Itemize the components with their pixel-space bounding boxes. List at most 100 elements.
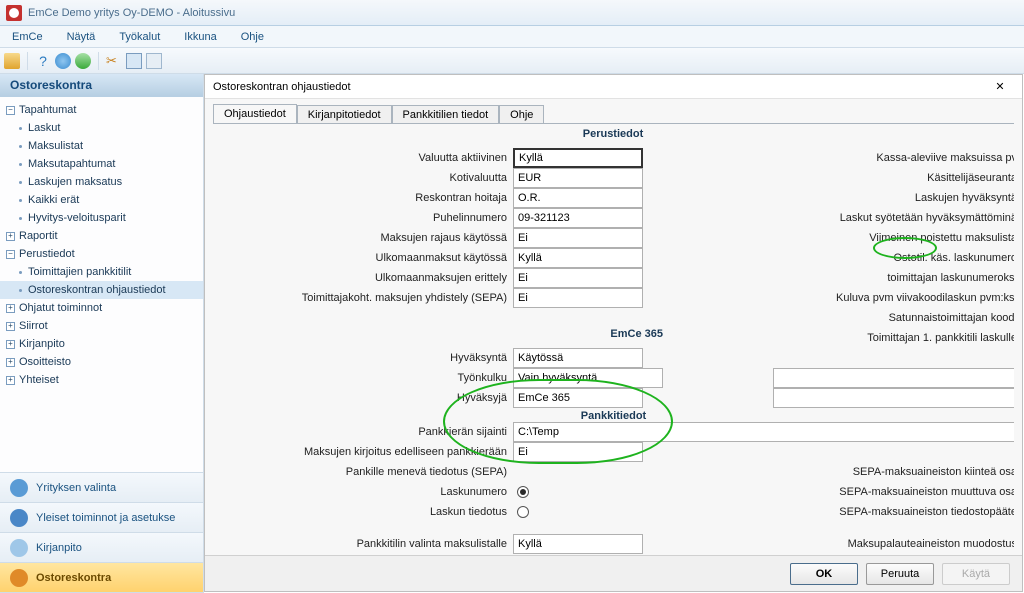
tree-osoitteisto[interactable]: +Osoitteisto — [0, 353, 203, 371]
field-blank1[interactable] — [773, 368, 1014, 388]
label-kassa: Kassa-aleviive maksuissa pv — [773, 148, 1014, 168]
close-icon[interactable]: ✕ — [986, 78, 1014, 96]
label-hyvaksymattomina: Laskut syötetään hyväksymättöminä — [773, 208, 1014, 228]
sidebar-header: Ostoreskontra — [0, 74, 203, 97]
tree-laskut[interactable]: Laskut — [0, 119, 203, 137]
label-ostotil: Ostotil. käs. laskunumero — [773, 248, 1014, 268]
nav-ostoreskontra[interactable]: Ostoreskontra — [0, 563, 203, 593]
ok-button[interactable]: OK — [790, 563, 858, 585]
dialog-title: Ostoreskontran ohjaustiedot — [213, 81, 351, 93]
label-puhelin: Puhelinnumero — [213, 208, 513, 228]
section-perustiedot: Perustiedot — [513, 128, 713, 148]
label-laskunumeroksi: toimittajan laskunumeroksi — [773, 268, 1014, 288]
dialog-footer: OK Peruuta Käytä — [205, 555, 1022, 591]
menu-ikkuna[interactable]: Ikkuna — [180, 29, 220, 45]
field-edelliseen[interactable]: Ei — [513, 442, 643, 462]
section-pankkitiedot: Pankkitiedot — [213, 410, 1014, 422]
nav-yrityksen-valinta[interactable]: Yrityksen valinta — [0, 473, 203, 503]
label-sijainti: Pankkierän sijainti — [213, 422, 513, 442]
tree-maksulistat[interactable]: Maksulistat — [0, 137, 203, 155]
tree-toimittajien-pankkitilit[interactable]: Toimittajien pankkitilit — [0, 263, 203, 281]
field-valuutta-aktiivinen[interactable]: Kyllä — [513, 148, 643, 168]
menu-tyokalut[interactable]: Työkalut — [115, 29, 164, 45]
refresh-icon[interactable] — [75, 53, 91, 69]
label-edelliseen: Maksujen kirjoitus edelliseen pankkierää… — [213, 442, 513, 462]
tree-perustiedot[interactable]: −Perustiedot — [0, 245, 203, 263]
help-icon[interactable]: ? — [35, 53, 51, 69]
field-hyvaksynta[interactable]: Käytössä — [513, 348, 643, 368]
menubar: EmCe Näytä Työkalut Ikkuna Ohje — [0, 26, 1024, 48]
label-muuttuva: SEPA-maksuaineiston muuttuva osa — [773, 482, 1014, 502]
apply-button: Käytä — [942, 563, 1010, 585]
label-yhdistely: Toimittajakoht. maksujen yhdistely (SEPA… — [213, 288, 513, 308]
cut-icon[interactable]: ✂ — [106, 53, 122, 69]
label-meneva: Pankille menevä tiedotus (SEPA) — [213, 462, 513, 482]
label-pankkitili1: Toimittajan 1. pankkitili laskulle — [773, 328, 1014, 348]
label-rajaus: Maksujen rajaus käytössä — [213, 228, 513, 248]
dialog-tabs: Ohjaustiedot Kirjanpitotiedot Pankkitili… — [205, 99, 1022, 123]
field-yhdistely[interactable]: Ei — [513, 288, 643, 308]
radio-laskunumero[interactable] — [517, 486, 529, 498]
open-icon[interactable] — [4, 53, 20, 69]
label-kasittelija: Käsittelijäseuranta — [773, 168, 1014, 188]
nav-kirjanpito[interactable]: Kirjanpito — [0, 533, 203, 563]
paste-icon[interactable] — [146, 53, 162, 69]
label-laskun-tiedotus: Laskun tiedotus — [213, 502, 513, 522]
label-valinta: Pankkitilin valinta maksulistalle — [213, 534, 513, 554]
tree-yhteiset[interactable]: +Yhteiset — [0, 371, 203, 389]
label-ulkoerittely: Ulkomaanmaksujen erittely — [213, 268, 513, 288]
nav-tree: −Tapahtumat Laskut Maksulistat Maksutapa… — [0, 97, 203, 472]
tree-kaikki-erat[interactable]: Kaikki erät — [0, 191, 203, 209]
field-puhelin[interactable]: 09-321123 — [513, 208, 643, 228]
tree-ostoreskontran-ohjaustiedot[interactable]: Ostoreskontran ohjaustiedot — [0, 281, 203, 299]
window-title: EmCe Demo yritys Oy-DEMO - Aloitussivu — [28, 7, 235, 19]
field-rajaus[interactable]: Ei — [513, 228, 643, 248]
label-laskunumero: Laskunumero — [213, 482, 513, 502]
label-hyvaksyja: Hyväksyjä — [213, 388, 513, 408]
tab-kirjanpitotiedot[interactable]: Kirjanpitotiedot — [297, 105, 392, 124]
tab-ohje[interactable]: Ohje — [499, 105, 544, 124]
field-kotivaluutta[interactable]: EUR — [513, 168, 643, 188]
field-hyvaksyja[interactable]: EmCe 365 — [513, 388, 643, 408]
label-viimeinen: Viimeinen poistettu maksulista — [773, 228, 1014, 248]
field-ulkomaksut[interactable]: Kyllä — [513, 248, 643, 268]
tree-hyvitys[interactable]: Hyvitys-veloitusparit — [0, 209, 203, 227]
tree-maksutapahtumat[interactable]: Maksutapahtumat — [0, 155, 203, 173]
radio-laskun-tiedotus[interactable] — [517, 506, 529, 518]
menu-nayta[interactable]: Näytä — [63, 29, 100, 45]
field-valinta[interactable]: Kyllä — [513, 534, 643, 554]
tree-raportit[interactable]: +Raportit — [0, 227, 203, 245]
label-tiedostopaate: SEPA-maksuaineiston tiedostopääte — [773, 502, 1014, 522]
tree-kirjanpito[interactable]: +Kirjanpito — [0, 335, 203, 353]
nav-yleiset[interactable]: Yleiset toiminnot ja asetukse — [0, 503, 203, 533]
tree-laskujen-maksatus[interactable]: Laskujen maksatus — [0, 173, 203, 191]
field-hoitaja[interactable]: O.R. — [513, 188, 643, 208]
separator — [98, 52, 99, 70]
menu-ohje[interactable]: Ohje — [237, 29, 268, 45]
menu-emce[interactable]: EmCe — [8, 29, 47, 45]
label-kotivaluutta: Kotivaluutta — [213, 168, 513, 188]
field-blank2[interactable] — [773, 388, 1014, 408]
globe-icon[interactable] — [55, 53, 71, 69]
copy-icon[interactable] — [126, 53, 142, 69]
label-satunnais: Satunnaistoimittajan koodi — [773, 308, 1014, 328]
section-emce365: EmCe 365 — [513, 328, 713, 348]
tree-tapahtumat[interactable]: −Tapahtumat — [0, 101, 203, 119]
cancel-button[interactable]: Peruuta — [866, 563, 934, 585]
field-ulkoerittely[interactable]: Ei — [513, 268, 643, 288]
label-valuutta-aktiivinen: Valuutta aktiivinen — [213, 148, 513, 168]
dialog-ostoreskontran-ohjaustiedot: Ostoreskontran ohjaustiedot ✕ Ohjaustied… — [204, 74, 1023, 592]
field-sijainti[interactable]: C:\Temp — [513, 422, 1014, 442]
sidebar: Ostoreskontra −Tapahtumat Laskut Maksuli… — [0, 74, 204, 593]
nav-buttons: Yrityksen valinta Yleiset toiminnot ja a… — [0, 472, 203, 593]
tree-ohjatut[interactable]: +Ohjatut toiminnot — [0, 299, 203, 317]
label-hyvaksynta: Hyväksyntä — [213, 348, 513, 368]
titlebar: EmCe Demo yritys Oy-DEMO - Aloitussivu — [0, 0, 1024, 26]
separator — [27, 52, 28, 70]
tab-ohjaustiedot[interactable]: Ohjaustiedot — [213, 104, 297, 124]
label-ulkomaksut: Ulkomaanmaksut käytössä — [213, 248, 513, 268]
field-tyonkulku[interactable]: Vain hyväksyntä — [513, 368, 663, 388]
tab-pankkitilien-tiedot[interactable]: Pankkitilien tiedot — [392, 105, 500, 124]
tree-siirrot[interactable]: +Siirrot — [0, 317, 203, 335]
app-logo-icon — [6, 5, 22, 21]
